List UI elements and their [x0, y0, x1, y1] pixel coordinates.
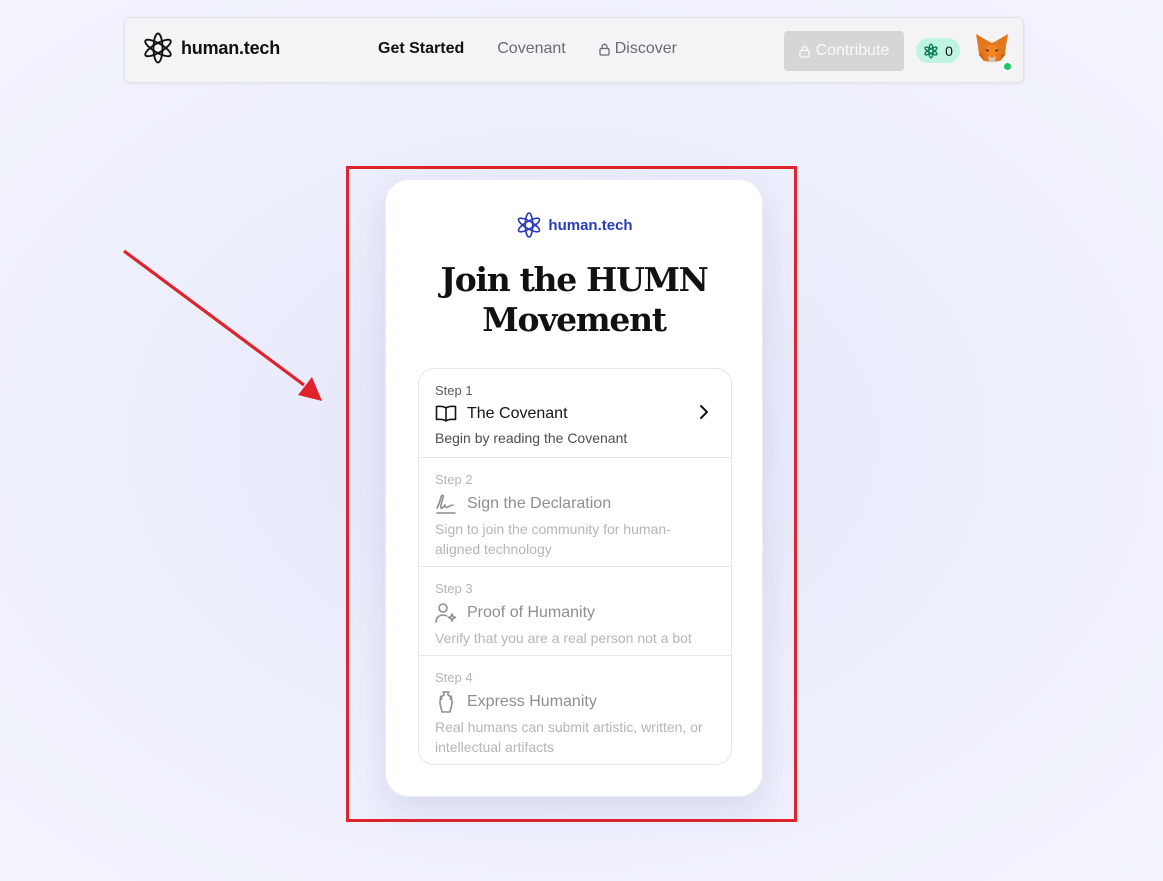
nav-covenant[interactable]: Covenant: [497, 40, 566, 58]
step-description: Sign to join the community for human-ali…: [435, 521, 671, 557]
step-express-humanity: Step 4 Express Humanity Real humans can …: [419, 656, 731, 764]
nav-get-started-label: Get Started: [378, 40, 465, 57]
humn-flower-icon: [518, 212, 541, 238]
steps-list: Step 1 The Covenant Begin by reading the…: [418, 368, 732, 765]
vase-icon: [439, 691, 453, 713]
main-nav: Get Started Covenant Discover: [378, 40, 677, 58]
step-description: Real humans can submit artistic, written…: [435, 719, 703, 755]
chevron-right-icon: [700, 405, 708, 419]
lock-icon: [599, 43, 610, 56]
annotation-arrow: [123, 249, 322, 401]
step-proof-of-humanity: Step 3 Proof of Humanity Verify that you…: [419, 567, 731, 656]
contribute-button[interactable]: Contribute: [784, 31, 904, 71]
humn-points-badge[interactable]: 0: [916, 38, 960, 63]
nav-discover[interactable]: Discover: [599, 40, 677, 58]
online-status-dot: [1002, 61, 1013, 72]
card-brand-name: human.tech: [548, 216, 633, 234]
step-number: Step 1: [435, 383, 473, 398]
step-title: Express Humanity: [467, 693, 597, 710]
humn-flower-icon: [144, 32, 172, 64]
book-open-icon: [435, 405, 457, 422]
nav-covenant-label: Covenant: [497, 40, 566, 57]
step-number: Step 4: [435, 670, 473, 685]
step-covenant[interactable]: Step 1 The Covenant Begin by reading the…: [419, 369, 731, 458]
points-count: 0: [945, 42, 953, 59]
nav-get-started[interactable]: Get Started: [378, 40, 464, 58]
title-line-1: Join the HUMN: [440, 260, 708, 299]
lock-icon: [798, 45, 810, 58]
step-title: The Covenant: [467, 405, 568, 422]
title-line-2: Movement: [482, 300, 667, 339]
step-sign-declaration: Step 2 Sign the Declaration Sign to join…: [419, 458, 731, 567]
user-sparkle-icon: [435, 603, 457, 623]
step-description: Begin by reading the Covenant: [435, 430, 628, 446]
top-navbar: human.tech Get Started Covenant Discover…: [124, 17, 1024, 83]
onboarding-card: human.tech Join the HUMN Movement Step 1…: [385, 179, 763, 797]
wallet-avatar[interactable]: [974, 31, 1013, 72]
step-number: Step 2: [435, 472, 473, 487]
step-description: Verify that you are a real person not a …: [435, 630, 692, 646]
step-title: Proof of Humanity: [467, 604, 596, 621]
contribute-label: Contribute: [815, 42, 890, 59]
nav-discover-label: Discover: [614, 40, 677, 57]
humn-flower-icon: [924, 42, 938, 59]
card-brand: human.tech: [386, 211, 762, 239]
brand-logo[interactable]: human.tech: [141, 31, 280, 65]
step-title: Sign the Declaration: [467, 495, 612, 512]
brand-name: human.tech: [181, 37, 281, 58]
step-number: Step 3: [435, 581, 473, 596]
signature-icon: [436, 494, 456, 514]
page-title: Join the HUMN Movement: [386, 260, 762, 340]
